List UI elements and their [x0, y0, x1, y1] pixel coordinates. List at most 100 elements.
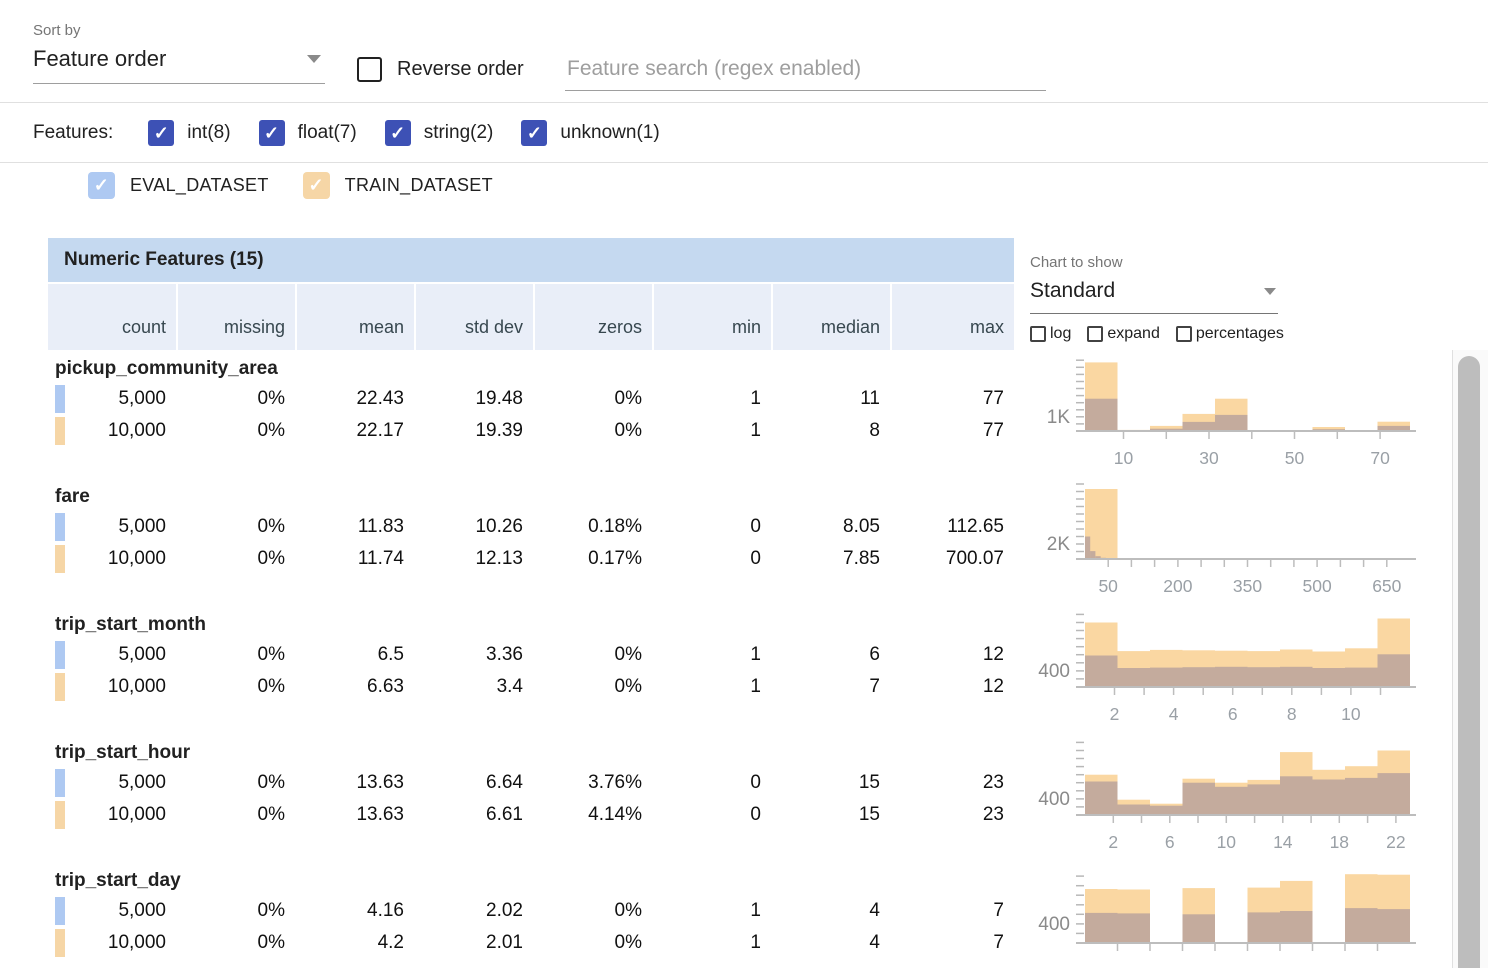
feature-type-filter-unknown-1-[interactable]: ✓unknown(1) — [521, 120, 659, 146]
svg-text:200: 200 — [1163, 576, 1192, 596]
dataset-toggle-train_dataset[interactable]: ✓TRAIN_DATASET — [303, 172, 493, 199]
feature-row-trip_start_hour: trip_start_hour5,0000%13.636.643.76%0152… — [48, 734, 1014, 862]
histogram-svg: 246810400 — [1014, 604, 1452, 732]
svg-text:50: 50 — [1285, 448, 1305, 468]
feature-type-filter-float-7-[interactable]: ✓ float(7) — [259, 120, 357, 146]
histogram-svg: 103050701K — [1014, 348, 1452, 476]
stat-value: 0% — [176, 772, 295, 794]
stat-value: 0% — [176, 516, 295, 538]
svg-text:6: 6 — [1228, 704, 1238, 724]
feature-name: fare — [48, 482, 1014, 511]
stat-value: 700.07 — [890, 548, 1014, 570]
histogram-svg: 2610141822400 — [1014, 732, 1452, 860]
dataset-color-chip — [55, 801, 65, 829]
feature-histogram: 246810400 — [1014, 604, 1452, 732]
checkbox-checked-icon[interactable]: ✓ — [88, 172, 115, 199]
vertical-scrollbar[interactable] — [1452, 350, 1488, 968]
chart-option-log[interactable]: log — [1030, 325, 1071, 343]
feature-search-input[interactable] — [565, 53, 1046, 91]
checkbox-checked-icon[interactable]: ✓ — [148, 120, 174, 146]
stat-row-train_dataset: 10,0000%22.1719.390%1877 — [48, 415, 1014, 447]
stat-value: 77 — [890, 388, 1014, 410]
column-header-missing[interactable]: missing — [176, 284, 295, 350]
checkbox-checked-icon[interactable]: ✓ — [259, 120, 285, 146]
column-header-median[interactable]: median — [771, 284, 890, 350]
stat-value: 1 — [652, 900, 771, 922]
stat-value: 4 — [771, 932, 890, 954]
column-header-min[interactable]: min — [652, 284, 771, 350]
stat-value: 23 — [890, 804, 1014, 826]
stat-value: 0% — [533, 420, 652, 442]
chart-panel: Chart to show Standard logexpandpercenta… — [1014, 238, 1452, 968]
stat-value: 0 — [652, 804, 771, 826]
chevron-down-icon[interactable] — [307, 55, 321, 63]
stat-value: 12 — [890, 676, 1014, 698]
stat-value: 7 — [890, 932, 1014, 954]
stat-value: 77 — [890, 420, 1014, 442]
column-header-zeros[interactable]: zeros — [533, 284, 652, 350]
dataset-color-chip — [55, 673, 65, 701]
column-header-mean[interactable]: mean — [295, 284, 414, 350]
svg-text:18: 18 — [1330, 832, 1349, 852]
column-header-std-dev[interactable]: std dev — [414, 284, 533, 350]
feature-type-label: float(7) — [298, 122, 357, 144]
chevron-down-icon[interactable] — [1264, 288, 1276, 295]
dataset-toggle-eval_dataset[interactable]: ✓ EVAL_DATASET — [88, 172, 269, 199]
stat-row-eval_dataset: 5,0000%6.53.360%1612 — [48, 639, 1014, 671]
checkbox-unchecked-icon[interactable] — [357, 57, 382, 82]
checkbox-checked-icon[interactable]: ✓ — [521, 120, 547, 146]
scrollbar-thumb[interactable] — [1458, 356, 1480, 968]
stat-value: 12.13 — [414, 548, 533, 570]
stat-value: 3.36 — [414, 644, 533, 666]
stat-value: 15 — [771, 772, 890, 794]
checkbox-unchecked-icon[interactable] — [1087, 326, 1103, 342]
stat-row-train_dataset: 10,0000%6.633.40%1712 — [48, 671, 1014, 703]
stat-value: 0 — [652, 772, 771, 794]
chart-controls: Chart to show Standard logexpandpercenta… — [1014, 238, 1452, 348]
stat-row-eval_dataset: 5,0000%11.8310.260.18%08.05112.65 — [48, 511, 1014, 543]
checkbox-checked-icon[interactable]: ✓ — [303, 172, 330, 199]
svg-text:500: 500 — [1302, 576, 1331, 596]
stat-value: 0% — [533, 676, 652, 698]
stat-value: 0% — [176, 676, 295, 698]
feature-type-filter-int-8-[interactable]: ✓int(8) — [148, 120, 230, 146]
stat-value: 7 — [890, 900, 1014, 922]
column-header-count[interactable]: count — [48, 284, 176, 350]
chart-option-percentages[interactable]: percentages — [1176, 325, 1284, 343]
stat-value: 6.63 — [295, 676, 414, 698]
sort-by-label: Sort by — [33, 22, 325, 39]
sort-by-dropdown[interactable]: Sort by Feature order — [33, 22, 325, 84]
svg-text:2K: 2K — [1047, 534, 1071, 555]
reverse-order-checkbox[interactable]: Reverse order — [357, 57, 524, 82]
chart-type-dropdown[interactable]: Standard — [1030, 271, 1278, 314]
sort-by-value[interactable]: Feature order — [33, 46, 166, 72]
svg-text:10: 10 — [1341, 704, 1361, 724]
stat-value: 112.65 — [890, 516, 1014, 538]
stat-value: 4.14% — [533, 804, 652, 826]
feature-row-trip_start_day: trip_start_day5,0000%4.162.020%14710,000… — [48, 862, 1014, 968]
stat-row-eval_dataset: 5,0000%13.636.643.76%01523 — [48, 767, 1014, 799]
stat-value: 6.61 — [414, 804, 533, 826]
svg-text:4: 4 — [1169, 704, 1179, 724]
stat-value: 8 — [771, 420, 890, 442]
checkbox-unchecked-icon[interactable] — [1176, 326, 1192, 342]
column-header-max[interactable]: max — [890, 284, 1014, 350]
chart-type-value[interactable]: Standard — [1030, 279, 1115, 303]
feature-type-filter-string-2-[interactable]: ✓string(2) — [385, 120, 494, 146]
feature-histogram: 2610141822400 — [1014, 732, 1452, 860]
checkbox-unchecked-icon[interactable] — [1030, 326, 1046, 342]
dataset-label: EVAL_DATASET — [130, 175, 269, 196]
checkbox-checked-icon[interactable]: ✓ — [385, 120, 411, 146]
stat-value: 6.5 — [295, 644, 414, 666]
stat-value: 10,000 — [48, 804, 176, 826]
stat-value: 12 — [890, 644, 1014, 666]
feature-name: trip_start_day — [48, 866, 1014, 895]
stat-value: 13.63 — [295, 804, 414, 826]
stat-value: 1 — [652, 388, 771, 410]
stat-value: 5,000 — [48, 900, 176, 922]
svg-text:650: 650 — [1372, 576, 1401, 596]
stat-value: 0% — [176, 900, 295, 922]
stat-value: 3.4 — [414, 676, 533, 698]
chart-option-expand[interactable]: expand — [1087, 325, 1160, 343]
stat-value: 11 — [771, 388, 890, 410]
